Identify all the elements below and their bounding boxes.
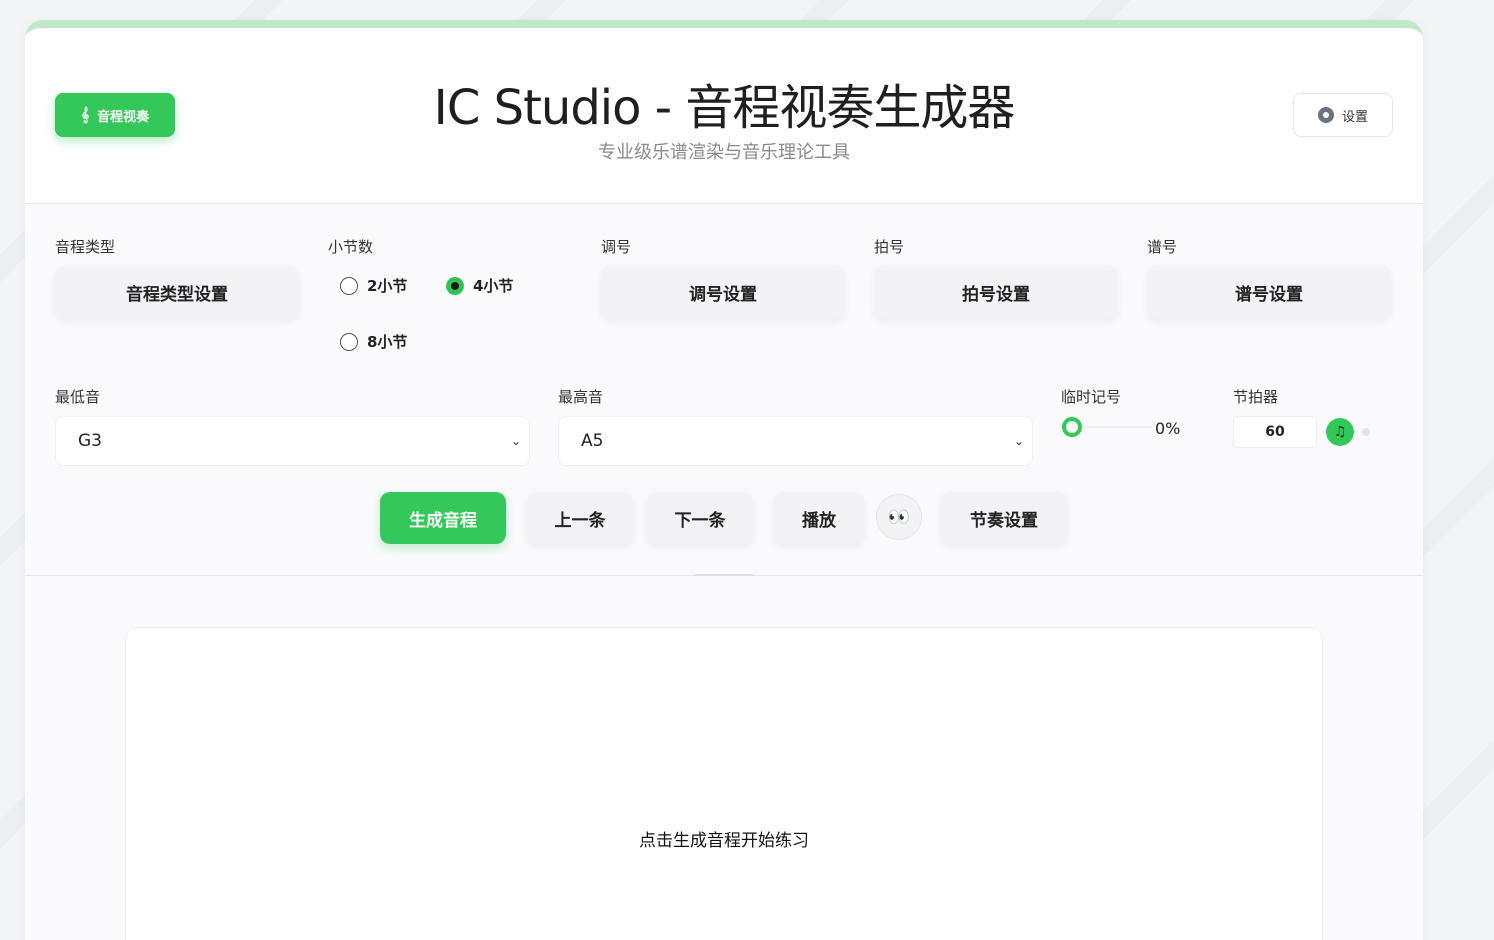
accidentals-slider[interactable] — [1062, 417, 1152, 437]
measures-label: 小节数 — [328, 238, 374, 256]
radio-label: 4小节 — [473, 277, 514, 295]
controls-panel: 音程类型 小节数 调号 拍号 谱号 音程类型设置 2小节 4小节 8小节 调号设… — [25, 204, 1423, 578]
key-signature-settings-button[interactable]: 调号设置 — [601, 266, 845, 318]
highest-note-label: 最高音 — [558, 388, 604, 406]
slider-thumb[interactable] — [1062, 417, 1082, 437]
accidentals-value: 0% — [1155, 419, 1181, 438]
music-note-icon: ♫ — [1333, 424, 1347, 440]
measures-option-4[interactable]: 4小节 — [446, 275, 513, 296]
app-card: 𝄞 音程视奏 IC Studio - 音程视奏生成器 专业级乐谱渲染与音乐理论工… — [25, 20, 1423, 940]
toggle-view-button[interactable]: 👀 — [876, 494, 922, 540]
rhythm-settings-button[interactable]: 节奏设置 — [941, 492, 1067, 544]
time-signature-settings-button[interactable]: 拍号设置 — [874, 266, 1118, 318]
page-title: IC Studio - 音程视奏生成器 — [433, 80, 1016, 136]
chevron-down-icon: ⌄ — [510, 434, 521, 448]
score-placeholder: 点击生成音程开始练习 — [639, 831, 809, 851]
lowest-note-value: G3 — [78, 431, 102, 451]
measures-option-2[interactable]: 2小节 — [340, 275, 407, 296]
header: 𝄞 音程视奏 IC Studio - 音程视奏生成器 专业级乐谱渲染与音乐理论工… — [25, 28, 1423, 204]
highest-note-select[interactable]: A5 ⌄ — [558, 416, 1033, 466]
slider-track — [1070, 426, 1152, 428]
gear-icon — [1317, 107, 1334, 123]
clef-settings-button[interactable]: 谱号设置 — [1147, 266, 1391, 318]
eyes-icon: 👀 — [887, 506, 911, 528]
interval-type-settings-button[interactable]: 音程类型设置 — [55, 266, 299, 318]
interval-type-label: 音程类型 — [55, 238, 116, 256]
lowest-note-label: 最低音 — [55, 388, 101, 406]
measures-option-8[interactable]: 8小节 — [340, 331, 407, 352]
radio-circle[interactable] — [340, 276, 358, 295]
radio-circle[interactable] — [340, 332, 358, 351]
key-signature-label: 调号 — [601, 238, 632, 256]
settings-button[interactable]: 设置 — [1293, 93, 1393, 137]
chevron-down-icon: ⌄ — [1013, 434, 1024, 448]
previous-button[interactable]: 上一条 — [527, 492, 633, 544]
bpm-input[interactable]: 60 — [1233, 416, 1317, 448]
radio-circle-selected[interactable] — [446, 276, 464, 295]
settings-button-label: 设置 — [1341, 109, 1368, 125]
lowest-note-select[interactable]: G3 ⌄ — [55, 416, 530, 466]
sheet-area: 点击生成音程开始练习 — [25, 576, 1423, 940]
page-subtitle: 专业级乐谱渲染与音乐理论工具 — [598, 142, 850, 163]
highest-note-value: A5 — [581, 431, 604, 451]
time-signature-label: 拍号 — [874, 238, 905, 256]
next-button[interactable]: 下一条 — [647, 492, 753, 544]
metronome-label: 节拍器 — [1233, 388, 1279, 406]
metronome-beat-indicator — [1362, 428, 1370, 436]
radio-label: 8小节 — [367, 333, 408, 351]
score-panel: 点击生成音程开始练习 — [125, 627, 1323, 940]
accidentals-label: 临时记号 — [1061, 388, 1122, 406]
play-button[interactable]: 播放 — [774, 492, 864, 544]
clef-label: 谱号 — [1147, 238, 1178, 256]
metronome-toggle-button[interactable]: ♫ — [1326, 418, 1354, 446]
radio-label: 2小节 — [367, 277, 408, 295]
generate-interval-button[interactable]: 生成音程 — [380, 492, 506, 544]
